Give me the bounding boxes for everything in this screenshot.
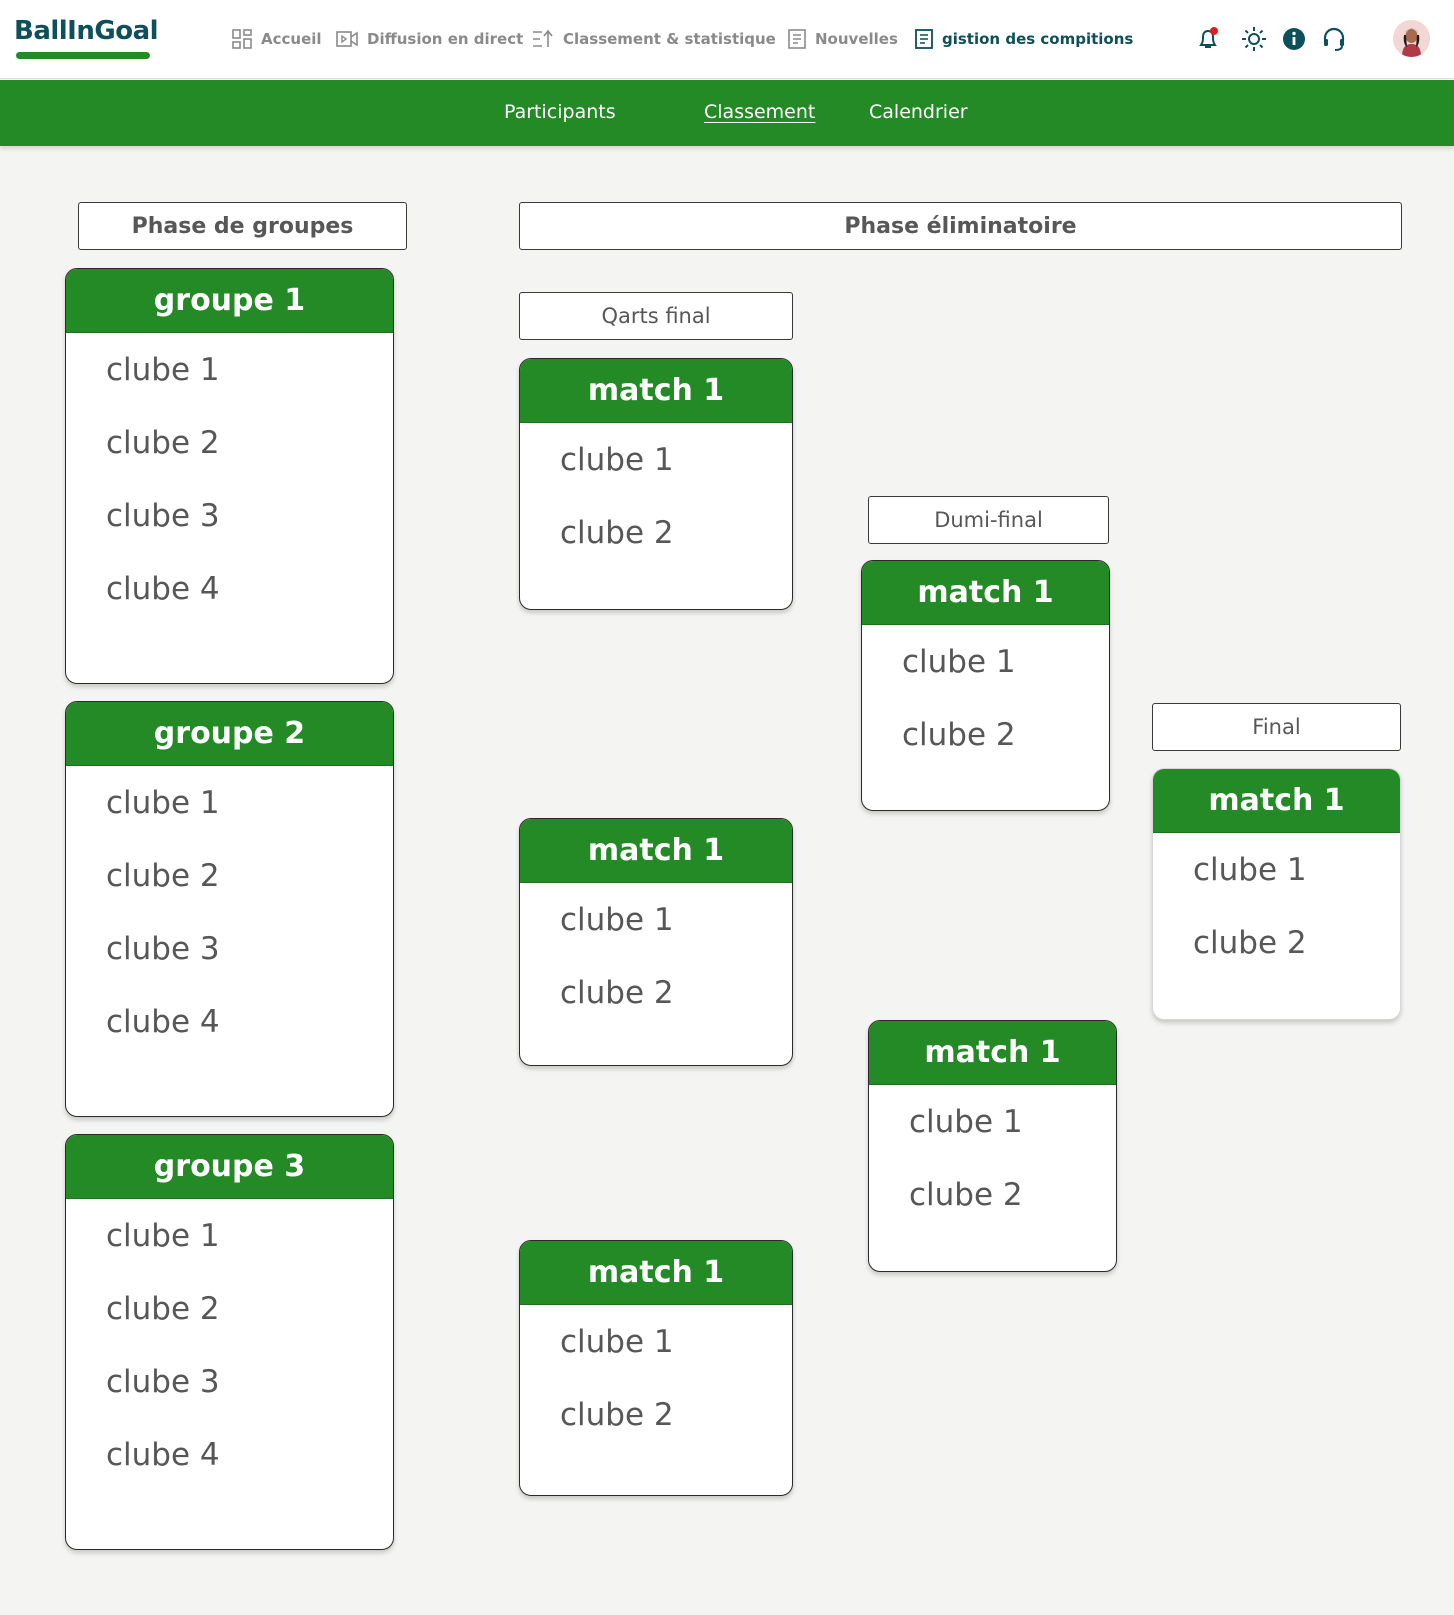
headset-icon <box>1323 27 1345 51</box>
club-item: clube 1 <box>909 1103 1023 1140</box>
club-item: clube 2 <box>106 857 220 894</box>
quarter-final-match-card[interactable]: match 1 clube 1 clube 2 <box>519 818 793 1066</box>
match-title: match 1 <box>520 819 792 883</box>
club-item: clube 1 <box>106 1217 220 1254</box>
document-list-icon <box>915 29 933 49</box>
avatar-image <box>1393 20 1430 57</box>
match-title: match 1 <box>520 359 792 423</box>
club-item: clube 1 <box>106 351 220 388</box>
club-item: clube 1 <box>1193 851 1307 888</box>
nav-item-label: Nouvelles <box>815 30 898 48</box>
nav-item-label: Diffusion en direct <box>367 30 524 48</box>
section-label-quarter-final: Qarts final <box>519 292 793 340</box>
tab-classement[interactable]: Classement <box>704 101 815 123</box>
club-item: clube 3 <box>106 497 220 534</box>
tab-participants[interactable]: Participants <box>504 101 616 123</box>
theme-toggle-button[interactable] <box>1240 25 1268 53</box>
club-item: clube 2 <box>1193 924 1307 961</box>
nav-item-classement[interactable]: Classement & statistique <box>532 26 776 52</box>
club-item: clube 2 <box>909 1176 1023 1213</box>
section-label-final: Final <box>1152 703 1401 751</box>
sort-icon <box>533 29 553 47</box>
match-title: match 1 <box>869 1021 1116 1085</box>
club-item: clube 4 <box>106 1003 220 1040</box>
section-label-semi-final: Dumi-final <box>868 496 1109 544</box>
notification-button[interactable] <box>1194 25 1222 53</box>
group-title: groupe 1 <box>66 269 393 333</box>
semi-final-match-card[interactable]: match 1 clube 1 clube 2 <box>868 1020 1117 1272</box>
brand-logo[interactable]: BallInGoal <box>14 14 159 62</box>
document-icon <box>788 29 806 49</box>
logo-underline <box>16 52 150 59</box>
match-title: match 1 <box>862 561 1109 625</box>
support-button[interactable] <box>1320 25 1348 53</box>
logo-text: BallInGoal <box>14 16 159 46</box>
club-item: clube 1 <box>106 784 220 821</box>
nav-item-label: Accueil <box>261 30 322 48</box>
club-item: clube 4 <box>106 1436 220 1473</box>
sun-icon <box>1242 27 1266 51</box>
group-card[interactable]: groupe 1 clube 1 clube 2 clube 3 clube 4 <box>65 268 394 684</box>
club-item: clube 2 <box>106 1290 220 1327</box>
top-navigation-bar: BallInGoal Accueil Diffusion en direct C… <box>0 0 1454 79</box>
match-title: match 1 <box>520 1241 792 1305</box>
competition-subnav: Participants Classement Calendrier <box>0 80 1454 146</box>
section-label-knockout: Phase éliminatoire <box>519 202 1402 250</box>
club-item: clube 1 <box>902 643 1016 680</box>
quarter-final-match-card[interactable]: match 1 clube 1 clube 2 <box>519 358 793 610</box>
user-avatar[interactable] <box>1393 20 1430 57</box>
nav-item-label: Classement & statistique <box>563 30 776 48</box>
nav-item-label: gistion des compitions <box>942 30 1134 48</box>
group-title: groupe 3 <box>66 1135 393 1199</box>
nav-item-gestion-competitions[interactable]: gistion des compitions <box>915 26 1133 52</box>
group-card[interactable]: groupe 2 clube 1 clube 2 clube 3 clube 4 <box>65 701 394 1117</box>
club-item: clube 4 <box>106 570 220 607</box>
group-card[interactable]: groupe 3 clube 1 clube 2 clube 3 clube 4 <box>65 1134 394 1550</box>
info-icon <box>1283 28 1305 50</box>
semi-final-match-card[interactable]: match 1 clube 1 clube 2 <box>861 560 1110 811</box>
grid-icon <box>232 29 252 49</box>
club-item: clube 2 <box>560 974 674 1011</box>
match-title: match 1 <box>1153 769 1400 833</box>
final-match-card[interactable]: match 1 clube 1 clube 2 <box>1152 768 1401 1020</box>
club-item: clube 3 <box>106 1363 220 1400</box>
nav-item-diffusion[interactable]: Diffusion en direct <box>336 26 523 52</box>
video-icon <box>336 31 358 47</box>
club-item: clube 1 <box>560 1323 674 1360</box>
club-item: clube 1 <box>560 441 674 478</box>
club-item: clube 1 <box>560 901 674 938</box>
quarter-final-match-card[interactable]: match 1 clube 1 clube 2 <box>519 1240 793 1496</box>
group-title: groupe 2 <box>66 702 393 766</box>
nav-item-nouvelles[interactable]: Nouvelles <box>788 26 898 52</box>
club-item: clube 2 <box>560 514 674 551</box>
tab-calendrier[interactable]: Calendrier <box>869 101 968 123</box>
nav-item-accueil[interactable]: Accueil <box>232 26 322 52</box>
info-button[interactable] <box>1280 25 1308 53</box>
bell-icon <box>1199 27 1218 48</box>
club-item: clube 3 <box>106 930 220 967</box>
section-label-groups: Phase de groupes <box>78 202 407 250</box>
club-item: clube 2 <box>106 424 220 461</box>
club-item: clube 2 <box>560 1396 674 1433</box>
club-item: clube 2 <box>902 716 1016 753</box>
